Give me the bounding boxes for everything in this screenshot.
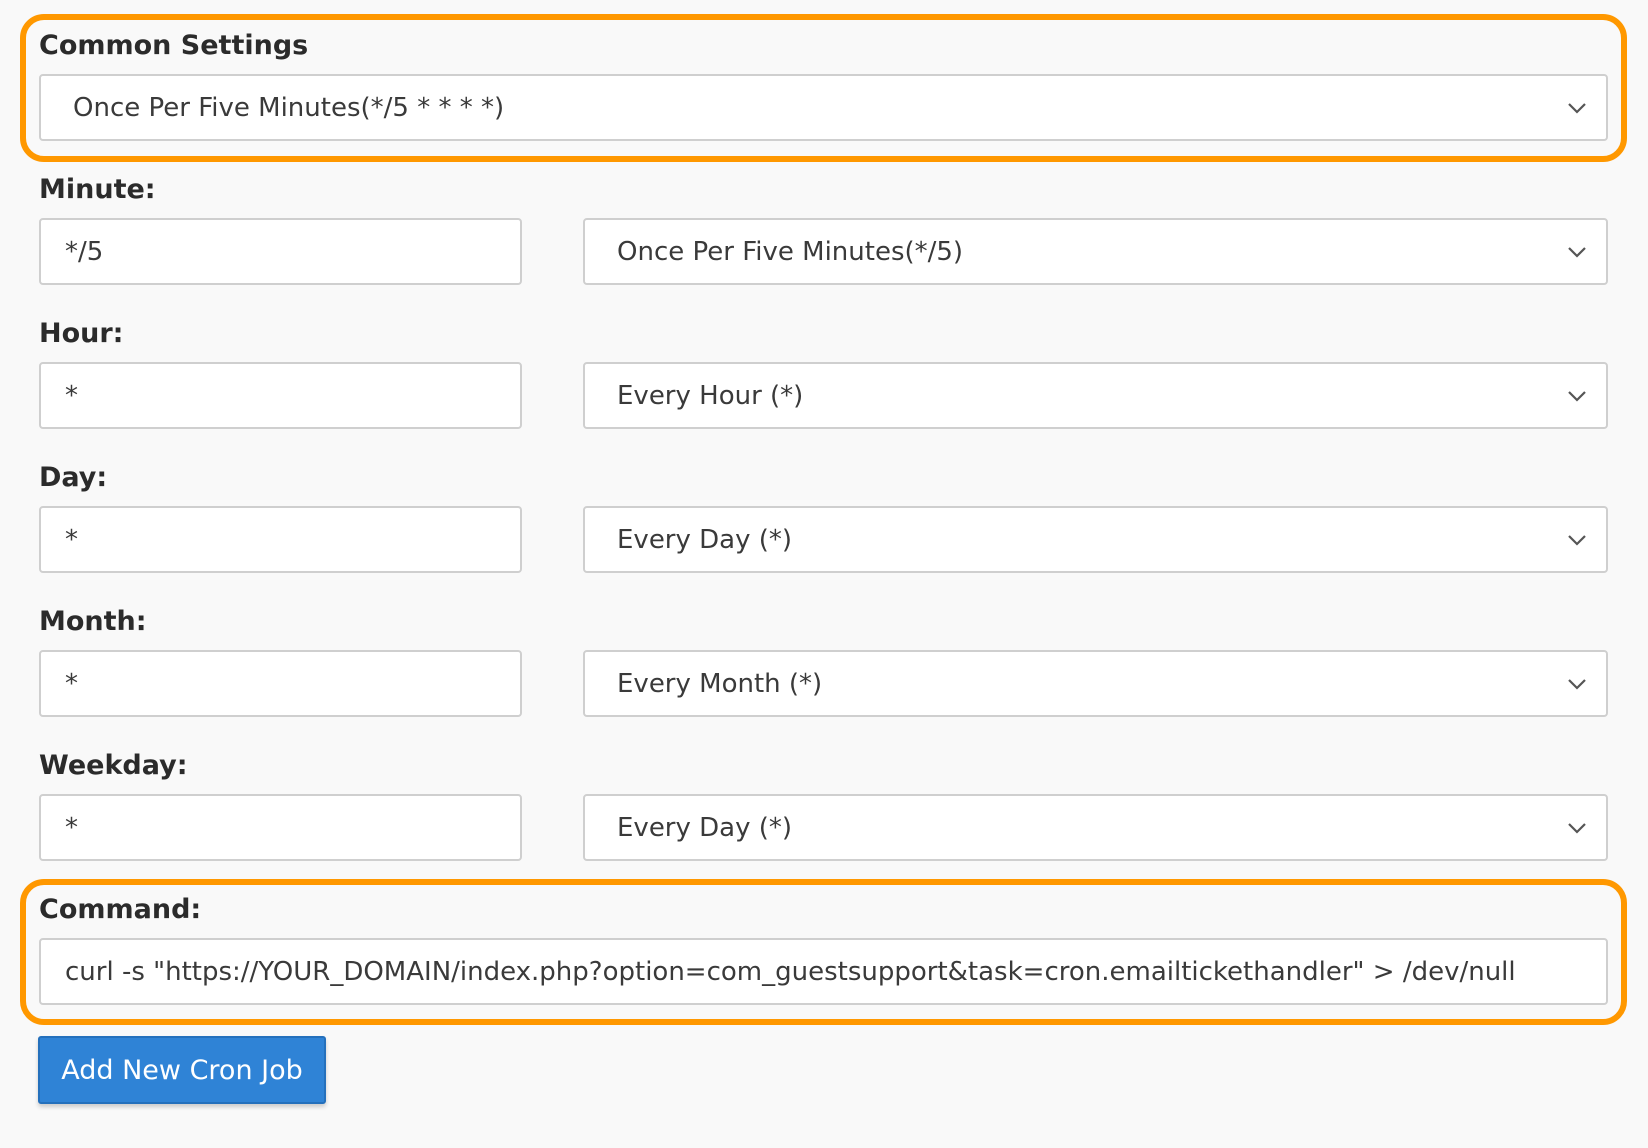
chevron-down-icon bbox=[1568, 390, 1586, 402]
day-select[interactable]: Every Day (*) bbox=[583, 506, 1608, 573]
chevron-down-icon bbox=[1568, 246, 1586, 258]
hour-select[interactable]: Every Hour (*) bbox=[583, 362, 1608, 429]
month-selected: Every Month (*) bbox=[617, 668, 823, 699]
minute-select[interactable]: Once Per Five Minutes(*/5) bbox=[583, 218, 1608, 285]
weekday-selected: Every Day (*) bbox=[617, 812, 793, 843]
day-input[interactable]: * bbox=[39, 506, 522, 573]
minute-input-value: */5 bbox=[65, 236, 104, 267]
weekday-label: Weekday: bbox=[39, 750, 188, 781]
minute-selected: Once Per Five Minutes(*/5) bbox=[617, 236, 964, 267]
month-select[interactable]: Every Month (*) bbox=[583, 650, 1608, 717]
month-input[interactable]: * bbox=[39, 650, 522, 717]
common-settings-select[interactable]: Once Per Five Minutes(*/5 * * * *) bbox=[39, 74, 1608, 141]
chevron-down-icon bbox=[1568, 822, 1586, 834]
weekday-select[interactable]: Every Day (*) bbox=[583, 794, 1608, 861]
add-new-cron-job-button[interactable]: Add New Cron Job bbox=[38, 1036, 326, 1104]
hour-selected: Every Hour (*) bbox=[617, 380, 804, 411]
month-label: Month: bbox=[39, 606, 147, 637]
common-settings-label: Common Settings bbox=[39, 30, 309, 61]
chevron-down-icon bbox=[1568, 678, 1586, 690]
day-input-value: * bbox=[65, 524, 78, 555]
command-input[interactable]: curl -s "https://YOUR_DOMAIN/index.php?o… bbox=[39, 938, 1608, 1005]
minute-label: Minute: bbox=[39, 174, 156, 205]
command-input-value: curl -s "https://YOUR_DOMAIN/index.php?o… bbox=[65, 956, 1516, 987]
common-settings-selected: Once Per Five Minutes(*/5 * * * *) bbox=[73, 92, 505, 123]
hour-label: Hour: bbox=[39, 318, 124, 349]
minute-input[interactable]: */5 bbox=[39, 218, 522, 285]
month-input-value: * bbox=[65, 668, 78, 699]
day-label: Day: bbox=[39, 462, 108, 493]
chevron-down-icon bbox=[1568, 534, 1586, 546]
chevron-down-icon bbox=[1568, 102, 1586, 114]
weekday-input[interactable]: * bbox=[39, 794, 522, 861]
hour-input-value: * bbox=[65, 380, 78, 411]
hour-input[interactable]: * bbox=[39, 362, 522, 429]
command-label: Command: bbox=[39, 894, 202, 925]
weekday-input-value: * bbox=[65, 812, 78, 843]
day-selected: Every Day (*) bbox=[617, 524, 793, 555]
